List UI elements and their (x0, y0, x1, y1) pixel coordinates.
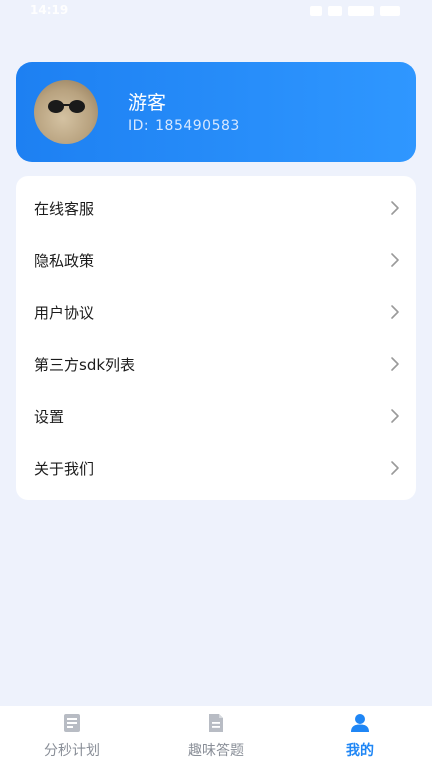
menu-item-label: 第三方sdk列表 (34, 355, 136, 374)
user-icon (351, 714, 369, 732)
tab-mine[interactable]: 我的 (288, 706, 432, 768)
chevron-right-icon (391, 305, 399, 319)
bottom-tab-bar: 分秒计划 趣味答题 我的 (0, 706, 432, 768)
menu-item-online-service[interactable]: 在线客服 (16, 182, 416, 234)
avatar[interactable] (34, 80, 98, 144)
tab-label: 分秒计划 (44, 743, 100, 759)
status-time: 14:19 (30, 3, 69, 17)
tab-label: 我的 (346, 743, 374, 759)
user-name: 游客 (128, 92, 167, 114)
wifi-icon (328, 6, 342, 16)
chevron-right-icon (391, 253, 399, 267)
menu-item-third-party-sdk[interactable]: 第三方sdk列表 (16, 338, 416, 390)
menu-item-settings[interactable]: 设置 (16, 390, 416, 442)
tab-plan[interactable]: 分秒计划 (0, 706, 144, 768)
user-id-label: ID: (128, 118, 150, 134)
avatar-sunglasses (48, 100, 86, 114)
tab-label: 趣味答题 (188, 743, 244, 759)
chevron-right-icon (391, 461, 399, 475)
document-icon (209, 714, 223, 732)
menu-item-label: 隐私政策 (34, 251, 95, 270)
chevron-right-icon (391, 201, 399, 215)
signal-icon (348, 6, 374, 16)
chevron-right-icon (391, 357, 399, 371)
chevron-right-icon (391, 409, 399, 423)
menu-item-label: 设置 (34, 407, 65, 426)
menu-item-label: 关于我们 (34, 459, 95, 478)
battery-icon (380, 6, 400, 16)
user-id: ID: 185490583 (128, 118, 240, 134)
menu-item-about-us[interactable]: 关于我们 (16, 442, 416, 494)
menu-item-user-agreement[interactable]: 用户协议 (16, 286, 416, 338)
menu-item-label: 在线客服 (34, 199, 95, 218)
profile-card[interactable]: 游客 ID: 185490583 (16, 62, 416, 162)
nfc-icon (310, 6, 322, 16)
user-id-value: 185490583 (155, 118, 240, 134)
tab-quiz[interactable]: 趣味答题 (144, 706, 288, 768)
system-icons (310, 6, 400, 16)
status-bar: 14:19 (0, 0, 432, 24)
menu-item-privacy-policy[interactable]: 隐私政策 (16, 234, 416, 286)
plan-icon (64, 714, 80, 732)
menu-item-label: 用户协议 (34, 303, 95, 322)
settings-menu: 在线客服 隐私政策 用户协议 第三方sdk列表 设置 关于我们 (16, 176, 416, 500)
